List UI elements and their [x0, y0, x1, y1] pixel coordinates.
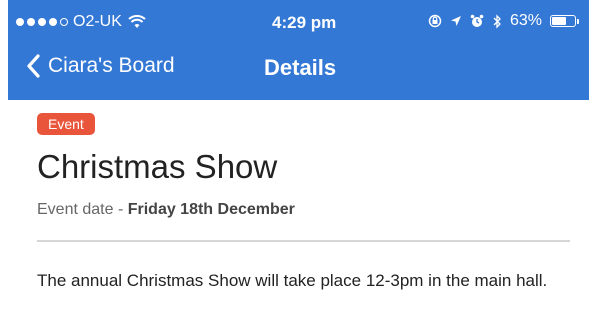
page-title: Details [264, 55, 337, 80]
nav-bar: Ciara's Board Details [8, 42, 589, 97]
signal-dot [60, 18, 68, 26]
event-date-value: Friday 18th December [127, 201, 295, 218]
event-date-prefix: Event date - [37, 201, 128, 218]
location-arrow-icon [450, 16, 461, 26]
back-button-label: Ciara's Board [48, 54, 175, 77]
battery-icon [550, 15, 579, 27]
event-type-badge: Event [37, 113, 95, 135]
signal-dot [16, 18, 24, 26]
bluetooth-icon [493, 13, 501, 29]
status-bar: O2-UK 4:29 pm 63% [8, 0, 589, 42]
back-button[interactable]: Ciara's Board [26, 54, 175, 78]
chevron-left-icon [27, 54, 40, 78]
battery-percentage: 63% [509, 12, 542, 29]
signal-dot [49, 18, 57, 26]
signal-dot [27, 18, 35, 26]
event-title: Christmas Show [37, 148, 278, 185]
status-left: O2-UK [16, 13, 146, 31]
header: O2-UK 4:29 pm 63% Ciara's Board Details [8, 0, 589, 100]
event-date: Event date - Friday 18th December [37, 201, 295, 219]
signal-dot [38, 18, 46, 26]
signal-strength-icon [16, 18, 68, 26]
status-right: 63% [428, 12, 579, 30]
alarm-clock-icon [470, 14, 484, 27]
rotation-lock-icon [428, 14, 442, 28]
carrier-name: O2-UK [73, 13, 122, 30]
divider [37, 240, 570, 242]
wifi-icon [128, 15, 146, 28]
clock: 4:29 pm [272, 13, 337, 32]
event-description: The annual Christmas Show will take plac… [37, 271, 548, 290]
